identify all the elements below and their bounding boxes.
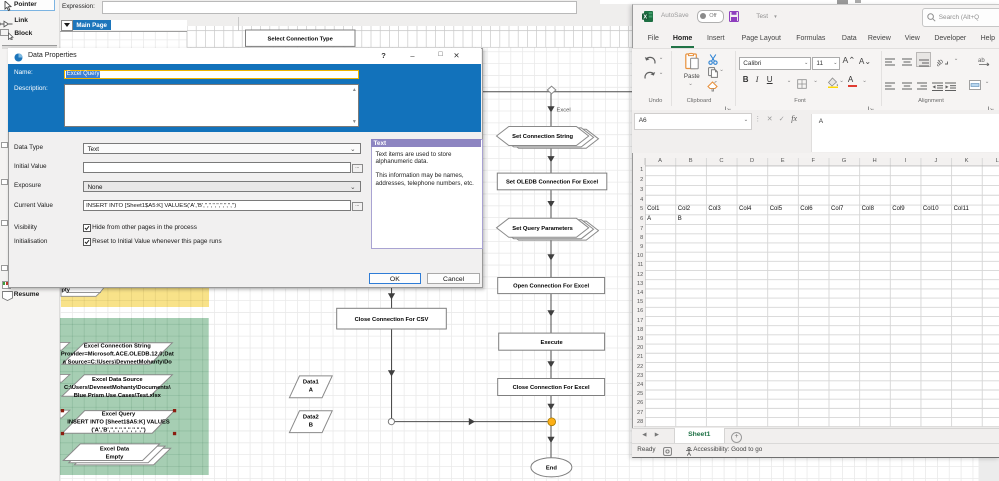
svg-text:Close Connection For CSV: Close Connection For CSV	[355, 317, 429, 323]
svg-text:End: End	[546, 466, 557, 472]
svg-text:Close Connection For Excel: Close Connection For Excel	[513, 385, 590, 391]
svg-text:Set OLEDB Connection For Excel: Set OLEDB Connection For Excel	[506, 180, 599, 186]
svg-text:a Source=C:\Users\DevneetMohan: a Source=C:\Users\DevneetMohanty\Do	[63, 360, 173, 366]
svg-text:('A','B','','','','','','','',: ('A','B','','','','','','','','')	[91, 428, 145, 434]
svg-text:ab: ab	[937, 58, 945, 67]
svg-text:Empty: Empty	[106, 454, 124, 460]
svg-text:Execute: Execute	[540, 340, 563, 346]
svg-text:Excel Query: Excel Query	[102, 412, 136, 418]
svg-text:Set Connection String: Set Connection String	[512, 134, 573, 140]
svg-text:Excel Data Source: Excel Data Source	[92, 377, 143, 383]
svg-text:Data2: Data2	[303, 415, 319, 421]
svg-text:Set Query Parameters: Set Query Parameters	[512, 226, 573, 232]
svg-text:Excel Connection String: Excel Connection String	[84, 344, 151, 350]
svg-text:Open Connection For Excel: Open Connection For Excel	[513, 284, 589, 290]
svg-text:Excel: Excel	[557, 108, 571, 114]
svg-text:Excel Data: Excel Data	[100, 446, 130, 452]
svg-text:pty: pty	[62, 288, 71, 294]
svg-text:ab: ab	[978, 58, 985, 64]
svg-text:B: B	[309, 423, 313, 429]
svg-text:Select Connection Type: Select Connection Type	[268, 36, 334, 42]
svg-text:Data1: Data1	[303, 380, 320, 386]
svg-text:X: X	[644, 14, 648, 20]
svg-text:Blue Prism Use Cases\Test.xlsx: Blue Prism Use Cases\Test.xlsx	[74, 393, 162, 399]
svg-text:Provider=Microsoft.ACE.OLEDB.1: Provider=Microsoft.ACE.OLEDB.12.0;Dat	[61, 352, 174, 358]
svg-text:C:\Users\DevneetMohanty\Docume: C:\Users\DevneetMohanty\Documents\	[64, 385, 171, 391]
svg-text:INSERT INTO [Sheet1$A5:K] VALU: INSERT INTO [Sheet1$A5:K] VALUES	[67, 420, 170, 426]
